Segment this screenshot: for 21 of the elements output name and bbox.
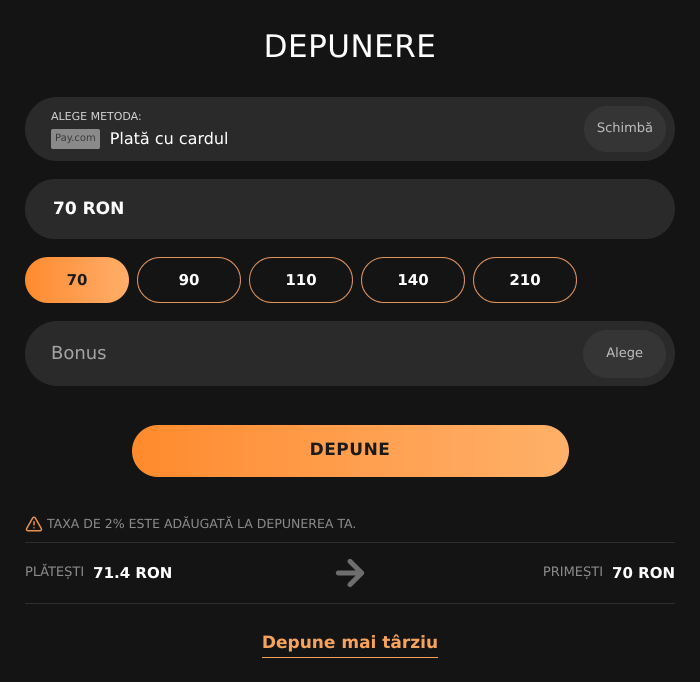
amount-chip[interactable]: 70 [25, 257, 129, 303]
fee-notice: TAXA DE 2% ESTE ADĂUGATĂ LA DEPUNEREA TA. [47, 515, 356, 533]
method-name: Plată cu cardul [110, 128, 228, 148]
amount-chip[interactable]: 210 [473, 257, 577, 303]
amount-field[interactable]: 70 RON [25, 179, 675, 239]
change-button[interactable]: Schimbă [584, 106, 666, 152]
method-label: ALEGE METODA: [51, 110, 143, 124]
deposit-button[interactable]: DEPUNE [132, 425, 568, 477]
pay-amount: 71.4 RON [93, 562, 172, 584]
amount-chip[interactable]: 90 [137, 257, 241, 303]
bonus-field[interactable]: Bonus Alege [25, 321, 675, 386]
amount-chip[interactable]: 140 [361, 257, 465, 303]
receive-label: PRIMEȘTI [542, 564, 604, 582]
pay-logo: Pay.com [51, 128, 100, 148]
pay-label: PLĂTEȘTI [25, 563, 84, 582]
amount-chip[interactable]: 110 [249, 257, 353, 303]
choose-button[interactable]: Alege [583, 330, 666, 378]
receive-amount: 70 RON [612, 562, 675, 584]
deposit-later-link[interactable]: Depune mai târziu [262, 632, 438, 658]
page-title: DEPUNERE [264, 28, 436, 66]
warning-icon [25, 515, 43, 533]
